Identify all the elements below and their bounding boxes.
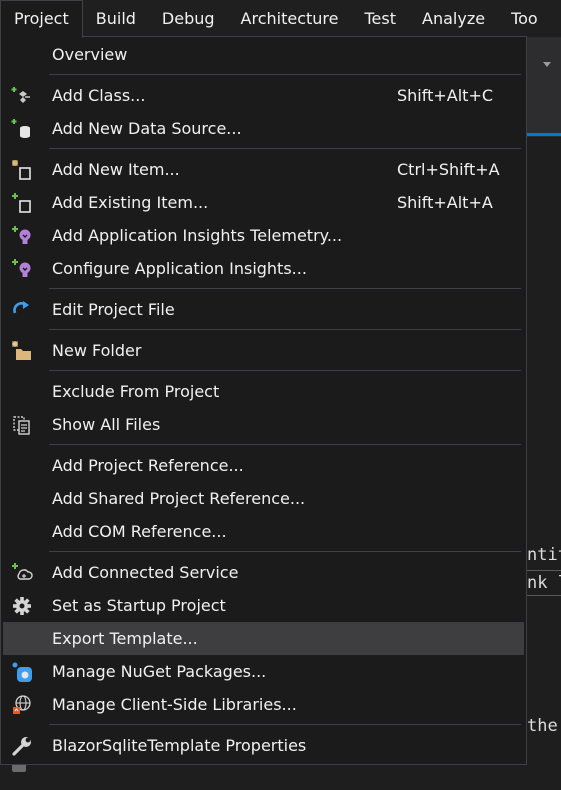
project-menu: Overview Add Class... Shift+Alt+C Add Ne… xyxy=(0,36,527,765)
menu-item-configure-app-insights[interactable]: Configure Application Insights... xyxy=(3,252,524,285)
app-insights-icon xyxy=(11,225,33,247)
menubar-debug[interactable]: Debug xyxy=(149,0,228,37)
menu-label: Add COM Reference... xyxy=(52,522,227,541)
menu-item-add-new-item[interactable]: Add New Item... Ctrl+Shift+A xyxy=(3,153,524,186)
menu-shortcut: Ctrl+Shift+A xyxy=(397,160,500,179)
menu-item-add-existing-item[interactable]: Add Existing Item... Shift+Alt+A xyxy=(3,186,524,219)
add-data-source-icon xyxy=(11,118,33,140)
wrench-icon xyxy=(11,735,33,757)
menu-label: Add Class... xyxy=(52,86,146,105)
menu-label: Add Project Reference... xyxy=(52,456,244,475)
add-existing-item-icon xyxy=(11,192,33,214)
menu-shortcut: Shift+Alt+A xyxy=(397,193,493,212)
menu-item-add-class[interactable]: Add Class... Shift+Alt+C xyxy=(3,79,524,112)
add-new-item-icon xyxy=(11,159,33,181)
menu-label: Show All Files xyxy=(52,415,161,434)
menu-separator xyxy=(49,551,521,552)
menubar-analyze[interactable]: Analyze xyxy=(409,0,498,37)
new-folder-icon xyxy=(11,340,33,362)
menu-label: New Folder xyxy=(52,341,142,360)
menu-item-export-template[interactable]: Export Template... xyxy=(3,622,524,655)
menu-label: Overview xyxy=(52,45,128,64)
menubar-architecture[interactable]: Architecture xyxy=(228,0,352,37)
menu-label: Add Application Insights Telemetry... xyxy=(52,226,343,245)
menu-label: Manage NuGet Packages... xyxy=(52,662,267,681)
code-fragment-3: the xyxy=(527,716,558,736)
code-fragment-1: ntit xyxy=(527,545,561,565)
menu-separator xyxy=(49,370,521,371)
menu-label: Add New Item... xyxy=(52,160,180,179)
menu-item-add-com-reference[interactable]: Add COM Reference... xyxy=(3,515,524,548)
menubar-build[interactable]: Build xyxy=(83,0,149,37)
menu-item-manage-nuget[interactable]: Manage NuGet Packages... xyxy=(3,655,524,688)
menu-label: Export Template... xyxy=(52,629,198,648)
menu-item-set-startup-project[interactable]: Set as Startup Project xyxy=(3,589,524,622)
menu-separator xyxy=(49,74,521,75)
menubar-test[interactable]: Test xyxy=(352,0,410,37)
menu-label: Add Connected Service xyxy=(52,563,239,582)
menu-item-add-connected-service[interactable]: Add Connected Service xyxy=(3,556,524,589)
gear-icon xyxy=(11,595,33,617)
edit-file-icon xyxy=(11,299,33,321)
background-dropdown-caret xyxy=(543,62,551,67)
menu-separator xyxy=(49,329,521,330)
menu-item-add-app-insights[interactable]: Add Application Insights Telemetry... xyxy=(3,219,524,252)
menu-item-exclude-from-project[interactable]: Exclude From Project xyxy=(3,375,524,408)
menu-item-manage-client-libs[interactable]: Manage Client-Side Libraries... xyxy=(3,688,524,721)
menu-label: Edit Project File xyxy=(52,300,175,319)
menu-item-add-data-source[interactable]: Add New Data Source... xyxy=(3,112,524,145)
menu-item-properties[interactable]: BlazorSqliteTemplate Properties xyxy=(3,729,524,762)
menu-shortcut: Shift+Alt+C xyxy=(397,86,494,105)
menu-label: Configure Application Insights... xyxy=(52,259,307,278)
menubar-tools[interactable]: Too xyxy=(498,0,551,37)
menu-label: Exclude From Project xyxy=(52,382,220,401)
menu-separator xyxy=(49,444,521,445)
menu-item-edit-project-file[interactable]: Edit Project File xyxy=(3,293,524,326)
nuget-icon xyxy=(11,661,33,683)
show-all-files-icon xyxy=(11,414,33,436)
menu-separator xyxy=(49,148,521,149)
menu-item-show-all-files[interactable]: Show All Files xyxy=(3,408,524,441)
add-class-icon xyxy=(11,85,33,107)
connected-service-icon xyxy=(11,562,33,584)
menu-separator xyxy=(49,288,521,289)
menu-label: BlazorSqliteTemplate Properties xyxy=(52,736,307,755)
menu-label: Manage Client-Side Libraries... xyxy=(52,695,297,714)
menubar-project[interactable]: Project xyxy=(0,0,83,38)
menu-item-overview[interactable]: Overview xyxy=(3,38,524,71)
menu-label: Add Existing Item... xyxy=(52,193,209,212)
globe-icon xyxy=(11,694,33,716)
menu-item-new-folder[interactable]: New Folder xyxy=(3,334,524,367)
menu-label: Add New Data Source... xyxy=(52,119,242,138)
menu-label: Add Shared Project Reference... xyxy=(52,489,306,508)
menubar: Project Build Debug Architecture Test An… xyxy=(0,0,561,38)
code-fragment-2: nk l xyxy=(527,573,561,593)
menu-label: Set as Startup Project xyxy=(52,596,226,615)
menu-item-add-shared-project-reference[interactable]: Add Shared Project Reference... xyxy=(3,482,524,515)
menu-item-add-project-reference[interactable]: Add Project Reference... xyxy=(3,449,524,482)
app-insights-icon xyxy=(11,258,33,280)
menu-separator xyxy=(49,724,521,725)
